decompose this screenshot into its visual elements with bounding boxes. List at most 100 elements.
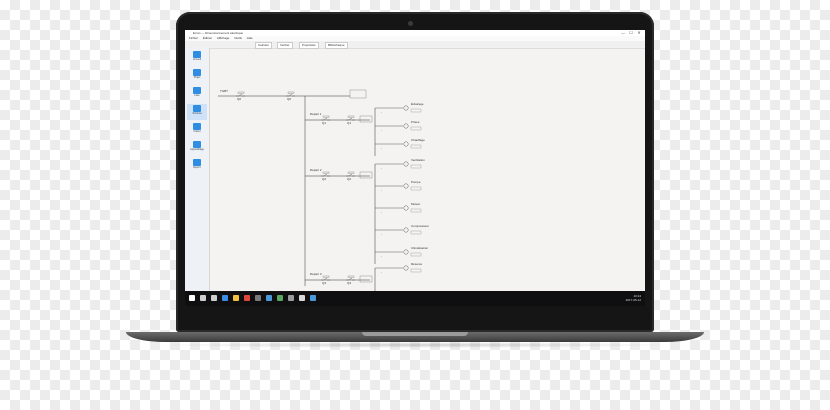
search-icon[interactable]	[200, 295, 206, 301]
sidebar: Accueil Projet Liste Schéma Calcul Appar…	[185, 48, 210, 291]
close-button[interactable]: ✕	[637, 31, 641, 35]
list-icon	[193, 87, 201, 94]
load-symbol	[403, 183, 409, 189]
breaker-label: Q0	[287, 97, 291, 101]
menu-item[interactable]: Affichage	[217, 36, 229, 40]
load-tag	[410, 230, 422, 235]
branch-panel	[359, 171, 373, 179]
breaker-label: Q3	[347, 281, 351, 285]
load-label: Pompe	[411, 180, 421, 184]
app-icon[interactable]	[288, 295, 294, 301]
sidebar-item-label: Appareillage	[190, 148, 204, 151]
breaker-contact	[323, 277, 328, 281]
sidebar-item-diagram[interactable]: Schéma	[187, 104, 207, 120]
laptop-shadow	[150, 342, 680, 348]
load-symbol	[403, 265, 409, 271]
load-label: Ventilation	[411, 158, 425, 162]
minimize-button[interactable]: —	[621, 31, 625, 35]
sidebar-item-list[interactable]: Liste	[187, 86, 207, 102]
sidebar-item-label: Schéma	[192, 112, 202, 115]
load-symbol	[403, 249, 409, 255]
load-label: Chauffage	[411, 138, 425, 142]
source-label: TGBT	[220, 89, 228, 93]
breaker-box	[322, 275, 330, 278]
load-sub: -	[381, 270, 382, 274]
folder-icon	[193, 69, 201, 76]
app-icon[interactable]	[266, 295, 272, 301]
export-icon	[193, 159, 201, 166]
branch-label: Départ 1	[310, 112, 322, 116]
sidebar-item-project[interactable]: Projet	[187, 68, 207, 84]
load-label: Réserve	[411, 262, 423, 266]
load-tag	[410, 126, 422, 131]
load-symbol	[403, 227, 409, 233]
breaker-label: Q1	[322, 121, 326, 125]
breaker-label: Q1	[347, 121, 351, 125]
load-sub: -	[381, 166, 382, 170]
breaker-contact	[323, 117, 328, 121]
main-panel	[349, 89, 367, 99]
task-view-icon[interactable]	[211, 295, 217, 301]
load-label: Éclairage	[411, 101, 424, 106]
breaker-box	[347, 115, 355, 118]
breaker-label: Q2	[322, 177, 326, 181]
app-icon[interactable]	[277, 295, 283, 301]
sidebar-item-label: Accueil	[192, 58, 202, 61]
menu-item[interactable]: Outils	[234, 36, 242, 40]
load-symbol	[403, 105, 409, 111]
load-sub: -	[381, 188, 382, 192]
explorer-icon[interactable]	[233, 295, 239, 301]
tools-icon	[193, 141, 201, 148]
app-icon[interactable]	[244, 295, 250, 301]
sidebar-item-label: Liste	[194, 94, 200, 97]
schematic-canvas[interactable]: TGBT Q0 Q0 Départ 1 Q1 Q1 Éclairage - Prises - Cha…	[210, 48, 645, 291]
load-label: Compresseur	[411, 224, 429, 228]
diagram-icon	[193, 105, 201, 112]
taskbar: 10:24 2017-05-12	[185, 291, 645, 306]
load-sub: -	[381, 232, 382, 236]
load-sub: -	[381, 128, 382, 132]
load-symbol	[403, 123, 409, 129]
maximize-button[interactable]: ☐	[629, 31, 633, 35]
load-symbol	[403, 141, 409, 147]
system-tray: 10:24 2017-05-12	[625, 294, 641, 302]
sidebar-item-export[interactable]: Export	[187, 158, 207, 174]
branch-panel	[359, 115, 373, 123]
breaker-contact	[323, 173, 328, 177]
edge-icon[interactable]	[222, 295, 228, 301]
branch-label: Départ 2	[310, 168, 322, 172]
breaker-box	[287, 91, 295, 94]
breaker-contact	[348, 277, 353, 281]
screen: Ec'an — Dimensionnement électrique — ☐ ✕…	[185, 30, 645, 306]
menu-item[interactable]: Fichier	[189, 36, 198, 40]
clock-date: 2017-05-12	[625, 297, 641, 302]
breaker-label: Q3	[322, 281, 326, 285]
app-icon[interactable]	[310, 295, 316, 301]
sidebar-item-calculation[interactable]: Calcul	[187, 122, 207, 138]
load-sub: -	[381, 146, 382, 150]
menu-item[interactable]: Aide	[247, 36, 253, 40]
load-tag	[410, 268, 422, 273]
breaker-contact	[238, 93, 243, 97]
breaker-box	[322, 171, 330, 174]
windows-icon[interactable]	[189, 295, 195, 301]
branch-panel	[359, 275, 373, 283]
breaker-contact	[348, 117, 353, 121]
load-label: Climatisation	[411, 246, 429, 250]
load-symbol	[403, 161, 409, 167]
home-icon	[193, 51, 201, 58]
load-tag	[410, 208, 422, 213]
sidebar-item-label: Calcul	[193, 130, 201, 133]
camera-dot	[408, 21, 413, 26]
load-tag	[410, 144, 422, 149]
app-icon[interactable]	[299, 295, 305, 301]
breaker-box	[322, 115, 330, 118]
breaker-box	[347, 171, 355, 174]
breaker-contact	[288, 93, 293, 97]
sidebar-item-home[interactable]: Accueil	[187, 50, 207, 66]
app-icon[interactable]	[255, 295, 261, 301]
breaker-contact	[348, 173, 353, 177]
load-tag	[410, 108, 422, 113]
sidebar-item-equipment[interactable]: Appareillage	[187, 140, 207, 156]
menu-item[interactable]: Édition	[203, 36, 212, 40]
